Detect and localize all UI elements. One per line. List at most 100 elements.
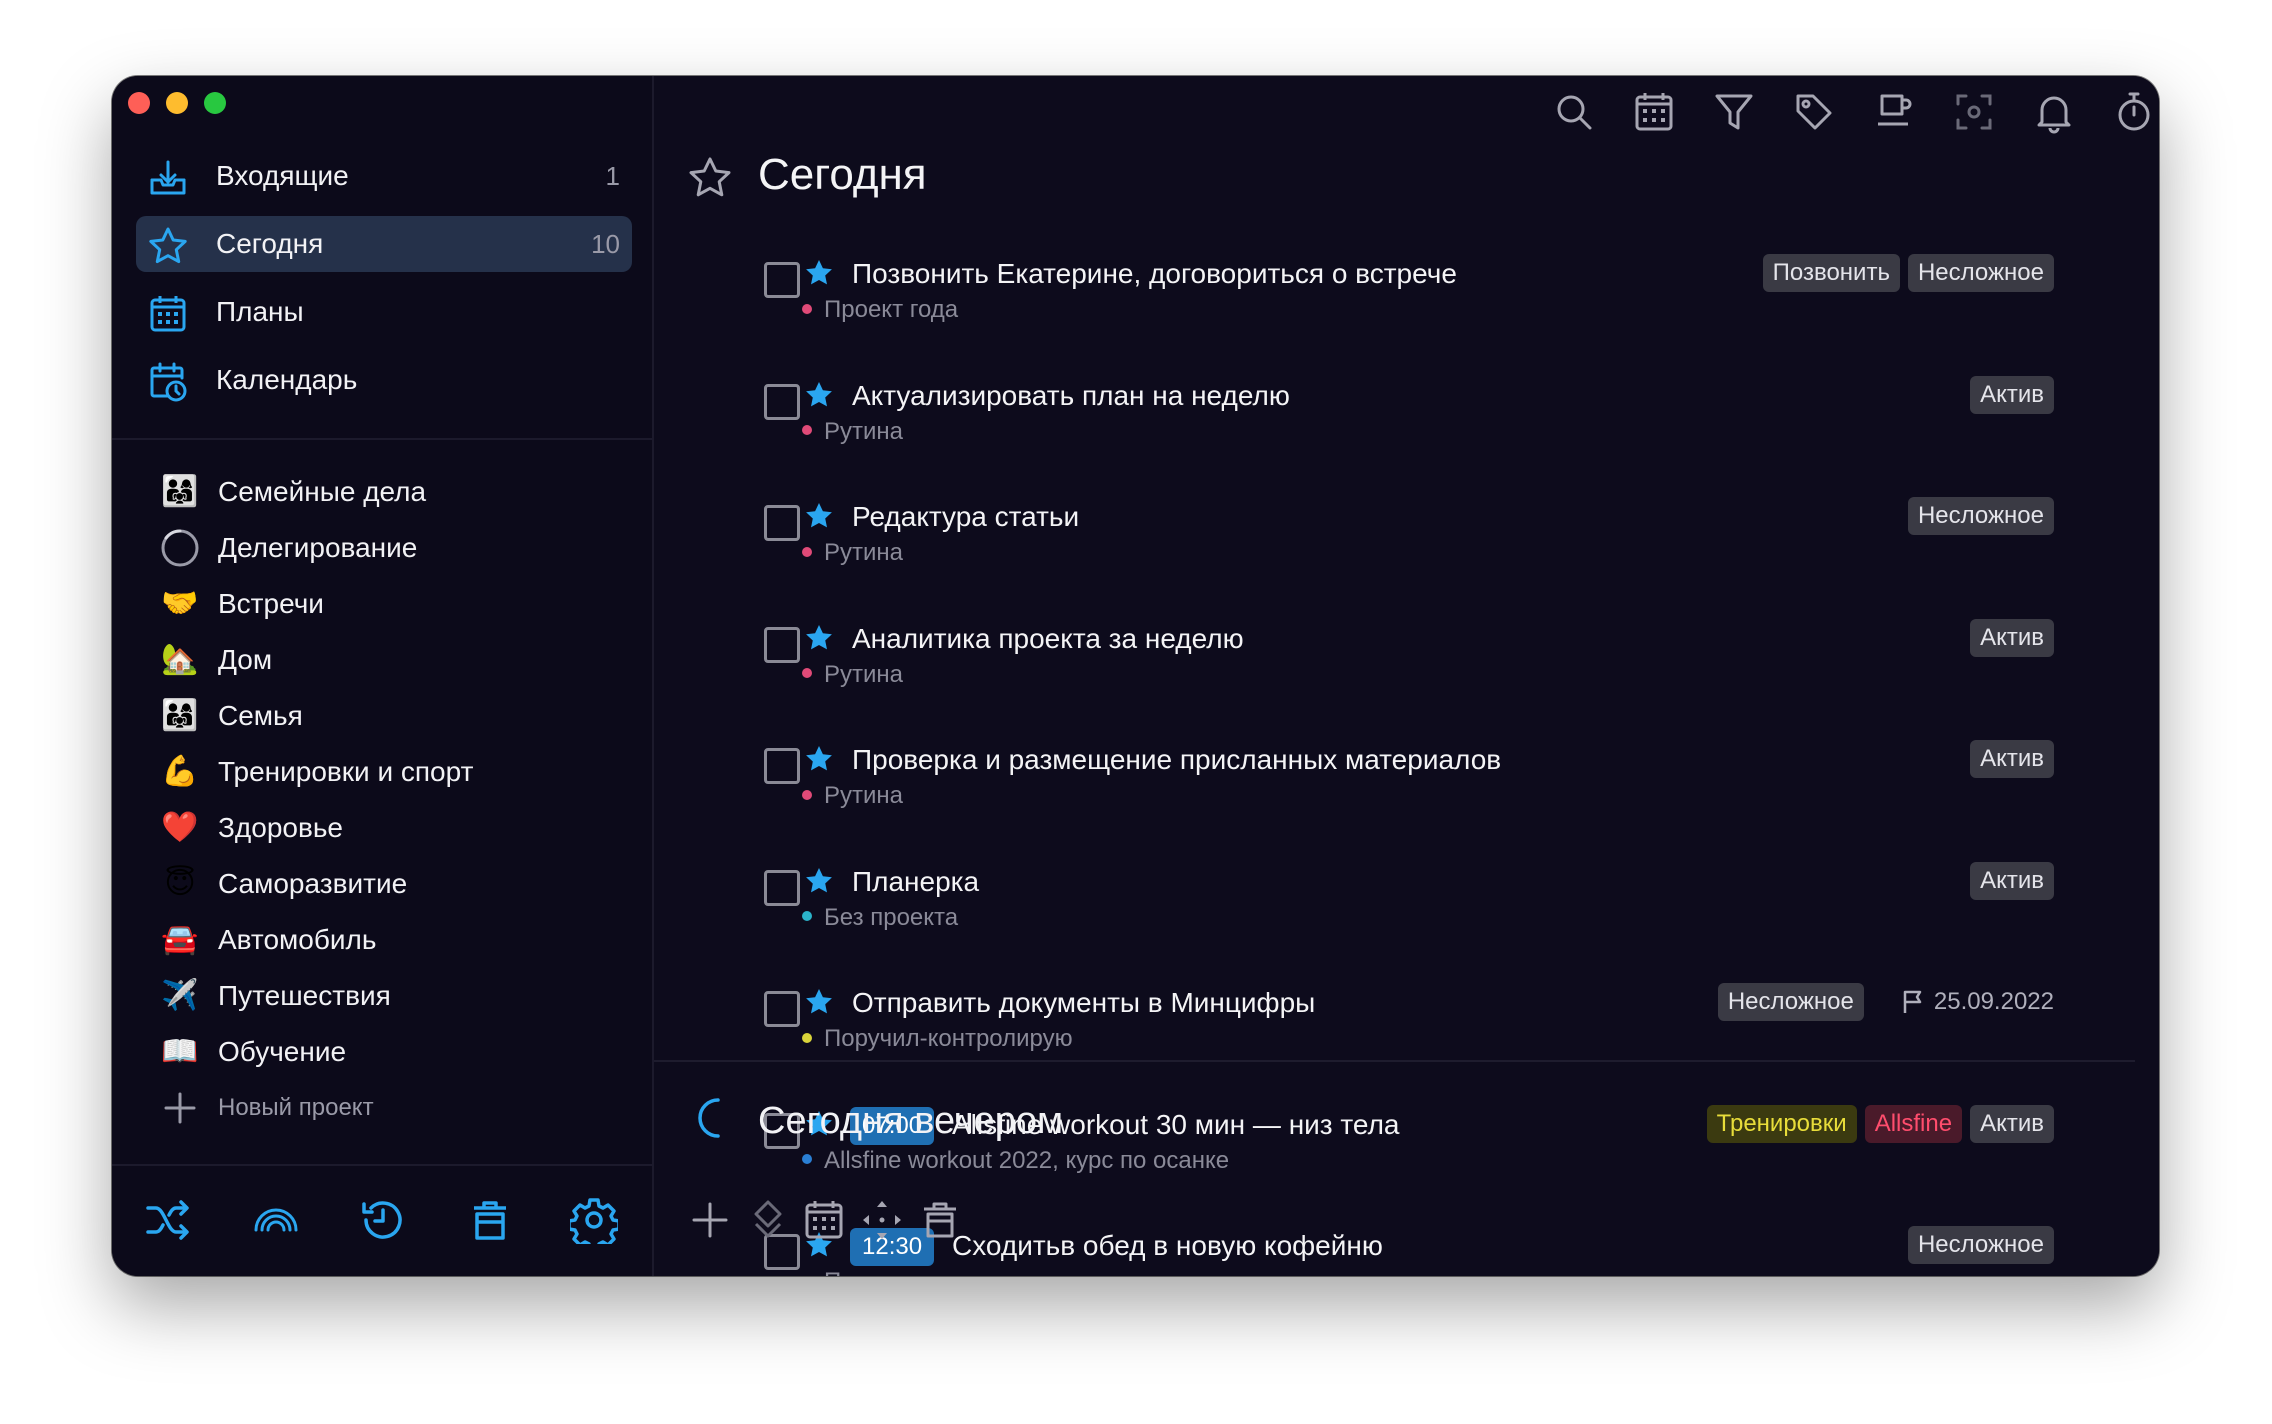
rainbow-icon[interactable] (252, 1196, 300, 1244)
project-label: Тренировки и спорт (218, 756, 474, 787)
flag-icon (1903, 990, 1922, 1013)
shuffle-icon[interactable] (144, 1196, 192, 1244)
task-checkbox[interactable] (764, 991, 800, 1027)
project-item[interactable]: Делегирование (136, 520, 632, 576)
task-title[interactable]: Позвонить Екатерине, договориться о встр… (852, 258, 1457, 290)
task-row[interactable]: Проверка и размещение присланных материа… (654, 740, 2054, 830)
sidebar-item-plans[interactable]: Планы (136, 284, 632, 340)
project-item[interactable]: ❤️ Здоровье (136, 800, 632, 856)
tag-badge[interactable]: Актив (1970, 375, 2054, 414)
tag-badge[interactable]: Несложное (1907, 497, 2054, 535)
plus-icon (164, 1092, 196, 1124)
minimize-window-button[interactable] (166, 92, 188, 114)
evening-section-title: Сегодня вечером (758, 1100, 1064, 1142)
due-date[interactable]: 25.09.2022 (1900, 988, 2054, 1016)
task-title[interactable]: Проверка и размещение присланных материа… (852, 744, 1501, 776)
task-project: Покупки (802, 1268, 914, 1276)
project-color-dot (802, 789, 812, 800)
sidebar-item-inbox[interactable]: Входящие 1 (136, 148, 632, 204)
open-book-icon: 📖 (161, 1035, 199, 1068)
project-item[interactable]: 🤝 Встречи (136, 576, 632, 632)
task-row[interactable]: Планерка Без проекта Актив (654, 861, 2054, 952)
inbox-icon (150, 160, 186, 195)
tag-badge[interactable]: Актив (1970, 861, 2054, 900)
task-project-label: Рутина (824, 782, 904, 809)
today-star-icon (806, 624, 832, 649)
task-checkbox[interactable] (764, 505, 800, 541)
tag-badge[interactable]: Актив (1970, 740, 2054, 778)
section-divider (654, 1060, 2135, 1062)
star-outline-icon (689, 157, 731, 197)
tag-badge[interactable]: Позвонить (1762, 254, 1900, 292)
project-list: 👨‍👩‍👧 Семейные дела Делегирование 🤝 Встр… (136, 464, 632, 1136)
task-checkbox[interactable] (764, 262, 800, 298)
task-project: Рутина (802, 418, 903, 446)
new-project-button[interactable]: Новый проект (136, 1080, 632, 1136)
task-checkbox[interactable] (764, 383, 800, 420)
filter-icon[interactable] (1712, 90, 1756, 134)
task-checkbox[interactable] (764, 748, 800, 784)
search-icon[interactable] (1552, 90, 1596, 134)
timer-icon[interactable] (2112, 90, 2156, 134)
task-row[interactable]: Актуализировать план на неделю Рутина Акти… (654, 375, 2054, 466)
history-icon[interactable] (358, 1196, 406, 1244)
move-layers-icon[interactable] (746, 1198, 790, 1242)
today-star-icon (806, 503, 832, 528)
project-item[interactable]: 😇 Саморазвитие (136, 856, 632, 912)
task-project: Рутина (802, 661, 903, 689)
calendar-grid-icon[interactable] (1632, 90, 1676, 134)
task-tags: Актив (1970, 375, 2054, 414)
project-item[interactable]: 👨‍👩‍👧 Семейные дела (136, 464, 632, 520)
task-row[interactable]: Аналитика проекта за неделю Рутина Актив (654, 618, 2054, 709)
task-project-label: Без проекта (824, 903, 959, 931)
task-title[interactable]: Аналитика проекта за неделю (852, 623, 1244, 655)
task-title[interactable]: Редактура статьи (852, 501, 1079, 533)
tag-badge[interactable]: Несложное (1717, 983, 1864, 1021)
project-item[interactable]: 💪 Тренировки и спорт (136, 744, 632, 800)
task-row[interactable]: Редактура статьи Рутина Несложное (654, 497, 2054, 587)
tag-badge[interactable]: Тренировки (1706, 1104, 1857, 1143)
project-item[interactable]: ✈️ Путешествия (136, 968, 632, 1024)
move-arrows-icon[interactable] (860, 1198, 904, 1242)
task-title[interactable]: Сходитьв обед в новую кофейню (952, 1230, 1383, 1262)
circle-progress-icon (161, 529, 199, 567)
project-item[interactable]: 🏡 Дом (136, 632, 632, 688)
tag-badge[interactable]: Allsfine (1864, 1104, 1963, 1143)
coffee-icon[interactable] (1872, 90, 1916, 134)
gear-icon[interactable] (570, 1196, 618, 1244)
bell-icon[interactable] (2032, 90, 2076, 134)
trash-icon[interactable] (918, 1198, 962, 1242)
tag-icon[interactable] (1792, 90, 1836, 134)
plus-icon[interactable] (688, 1198, 732, 1242)
close-window-button[interactable] (128, 92, 150, 114)
sidebar-item-label: Планы (216, 296, 304, 327)
task-title[interactable]: Планерка (852, 866, 979, 898)
project-item[interactable]: 👨‍👩‍👧 Семья (136, 688, 632, 744)
sidebar-item-calendar[interactable]: Календарь (136, 352, 632, 408)
sidebar: Входящие 1 Сегодня 10 Планы (112, 76, 654, 1276)
flexed-biceps-icon: 💪 (161, 755, 199, 788)
tag-badge[interactable]: Несложное (1907, 254, 2054, 292)
calendar-grid-icon[interactable] (802, 1198, 846, 1242)
task-title[interactable]: Отправить документы в Минцифры (852, 987, 1315, 1019)
task-project-label: Поручил-контролирую (824, 1025, 1073, 1052)
task-checkbox[interactable] (764, 626, 800, 663)
sidebar-item-today[interactable]: Сегодня 10 (136, 216, 632, 272)
task-title[interactable]: Актуализировать план на неделю (852, 380, 1290, 412)
task-checkbox[interactable] (764, 869, 800, 906)
calendar-clock-icon (150, 362, 187, 402)
project-item[interactable]: 📖 Обучение (136, 1024, 632, 1080)
task-tags: Позвонить Несложное (1762, 254, 2054, 292)
new-project-label: Новый проект (218, 1094, 374, 1121)
tag-badge[interactable]: Актив (1970, 1104, 2054, 1143)
project-label: Обучение (218, 1036, 347, 1067)
task-project-label: Покупки (824, 1268, 914, 1276)
focus-icon[interactable] (1952, 90, 1996, 134)
moon-icon (698, 1098, 720, 1138)
trash-icon[interactable] (466, 1196, 514, 1244)
zoom-window-button[interactable] (204, 92, 226, 114)
task-row[interactable]: Позвонить Екатерине, договориться о встр… (654, 254, 2054, 344)
tag-badge[interactable]: Актив (1970, 618, 2054, 657)
project-item[interactable]: 🚘 Автомобиль (136, 912, 632, 968)
tag-badge[interactable]: Несложное (1907, 1226, 2054, 1264)
